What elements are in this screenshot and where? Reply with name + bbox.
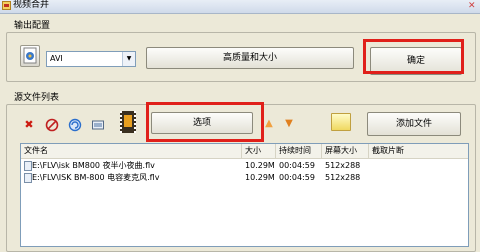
clear-icon[interactable] bbox=[45, 118, 59, 132]
file-duration: 00:04:59 bbox=[279, 161, 315, 170]
table-row[interactable]: E:\FLV\ISK BM-800 电容麦克风.flv 10.29M 00:04… bbox=[21, 172, 468, 183]
column-header-size[interactable]: 大小 bbox=[242, 144, 276, 158]
add-file-button[interactable]: 添加文件 bbox=[367, 112, 461, 136]
column-header-clip[interactable]: 截取片断 bbox=[369, 144, 468, 158]
column-header-duration[interactable]: 持续时间 bbox=[276, 144, 322, 158]
file-name: E:\FLV\ISK BM-800 电容麦克风.flv bbox=[32, 173, 160, 182]
file-size: 10.29M bbox=[245, 161, 275, 170]
file-name: E:\FLV\isk BM800 夜半小夜曲.flv bbox=[32, 161, 155, 170]
file-duration: 00:04:59 bbox=[279, 173, 315, 182]
chevron-down-icon[interactable]: ▼ bbox=[122, 52, 135, 66]
move-down-icon[interactable]: ▼ bbox=[282, 117, 296, 131]
output-config-label: 输出配置 bbox=[12, 21, 53, 32]
quality-size-button[interactable]: 高质量和大小 bbox=[146, 47, 354, 69]
file-size: 10.29M bbox=[245, 173, 275, 182]
list-header: 文件名 大小 持续时间 屏幕大小 截取片断 bbox=[21, 144, 468, 159]
title-bar bbox=[0, 0, 480, 14]
file-icon bbox=[24, 173, 32, 183]
format-icon bbox=[20, 45, 40, 67]
file-list[interactable]: 文件名 大小 持续时间 屏幕大小 截取片断 E:\FLV\isk BM800 夜… bbox=[20, 143, 469, 247]
delete-icon[interactable]: ✖ bbox=[22, 118, 36, 132]
window-title: 视频合并 bbox=[13, 0, 50, 10]
file-resolution: 512x288 bbox=[325, 161, 361, 170]
film-frame bbox=[124, 115, 132, 127]
options-highlight-box bbox=[146, 102, 264, 142]
confirm-highlight-box bbox=[363, 39, 464, 74]
column-header-resolution[interactable]: 屏幕大小 bbox=[322, 144, 369, 158]
folder-icon[interactable] bbox=[331, 113, 351, 131]
format-select[interactable]: AVI ▼ bbox=[46, 51, 136, 67]
source-files-label: 源文件列表 bbox=[12, 93, 62, 104]
file-icon bbox=[24, 161, 32, 171]
move-up-icon[interactable]: ▲ bbox=[262, 117, 276, 131]
column-header-filename[interactable]: 文件名 bbox=[21, 144, 242, 158]
format-select-value: AVI bbox=[50, 54, 63, 63]
file-resolution: 512x288 bbox=[325, 173, 361, 182]
film-icon[interactable] bbox=[120, 111, 136, 133]
refresh-icon[interactable] bbox=[68, 118, 82, 132]
close-icon[interactable]: ✕ bbox=[468, 0, 480, 12]
table-row[interactable]: E:\FLV\isk BM800 夜半小夜曲.flv 10.29M 00:04:… bbox=[21, 160, 468, 171]
app-icon bbox=[2, 1, 11, 10]
screen-icon[interactable] bbox=[91, 118, 105, 132]
